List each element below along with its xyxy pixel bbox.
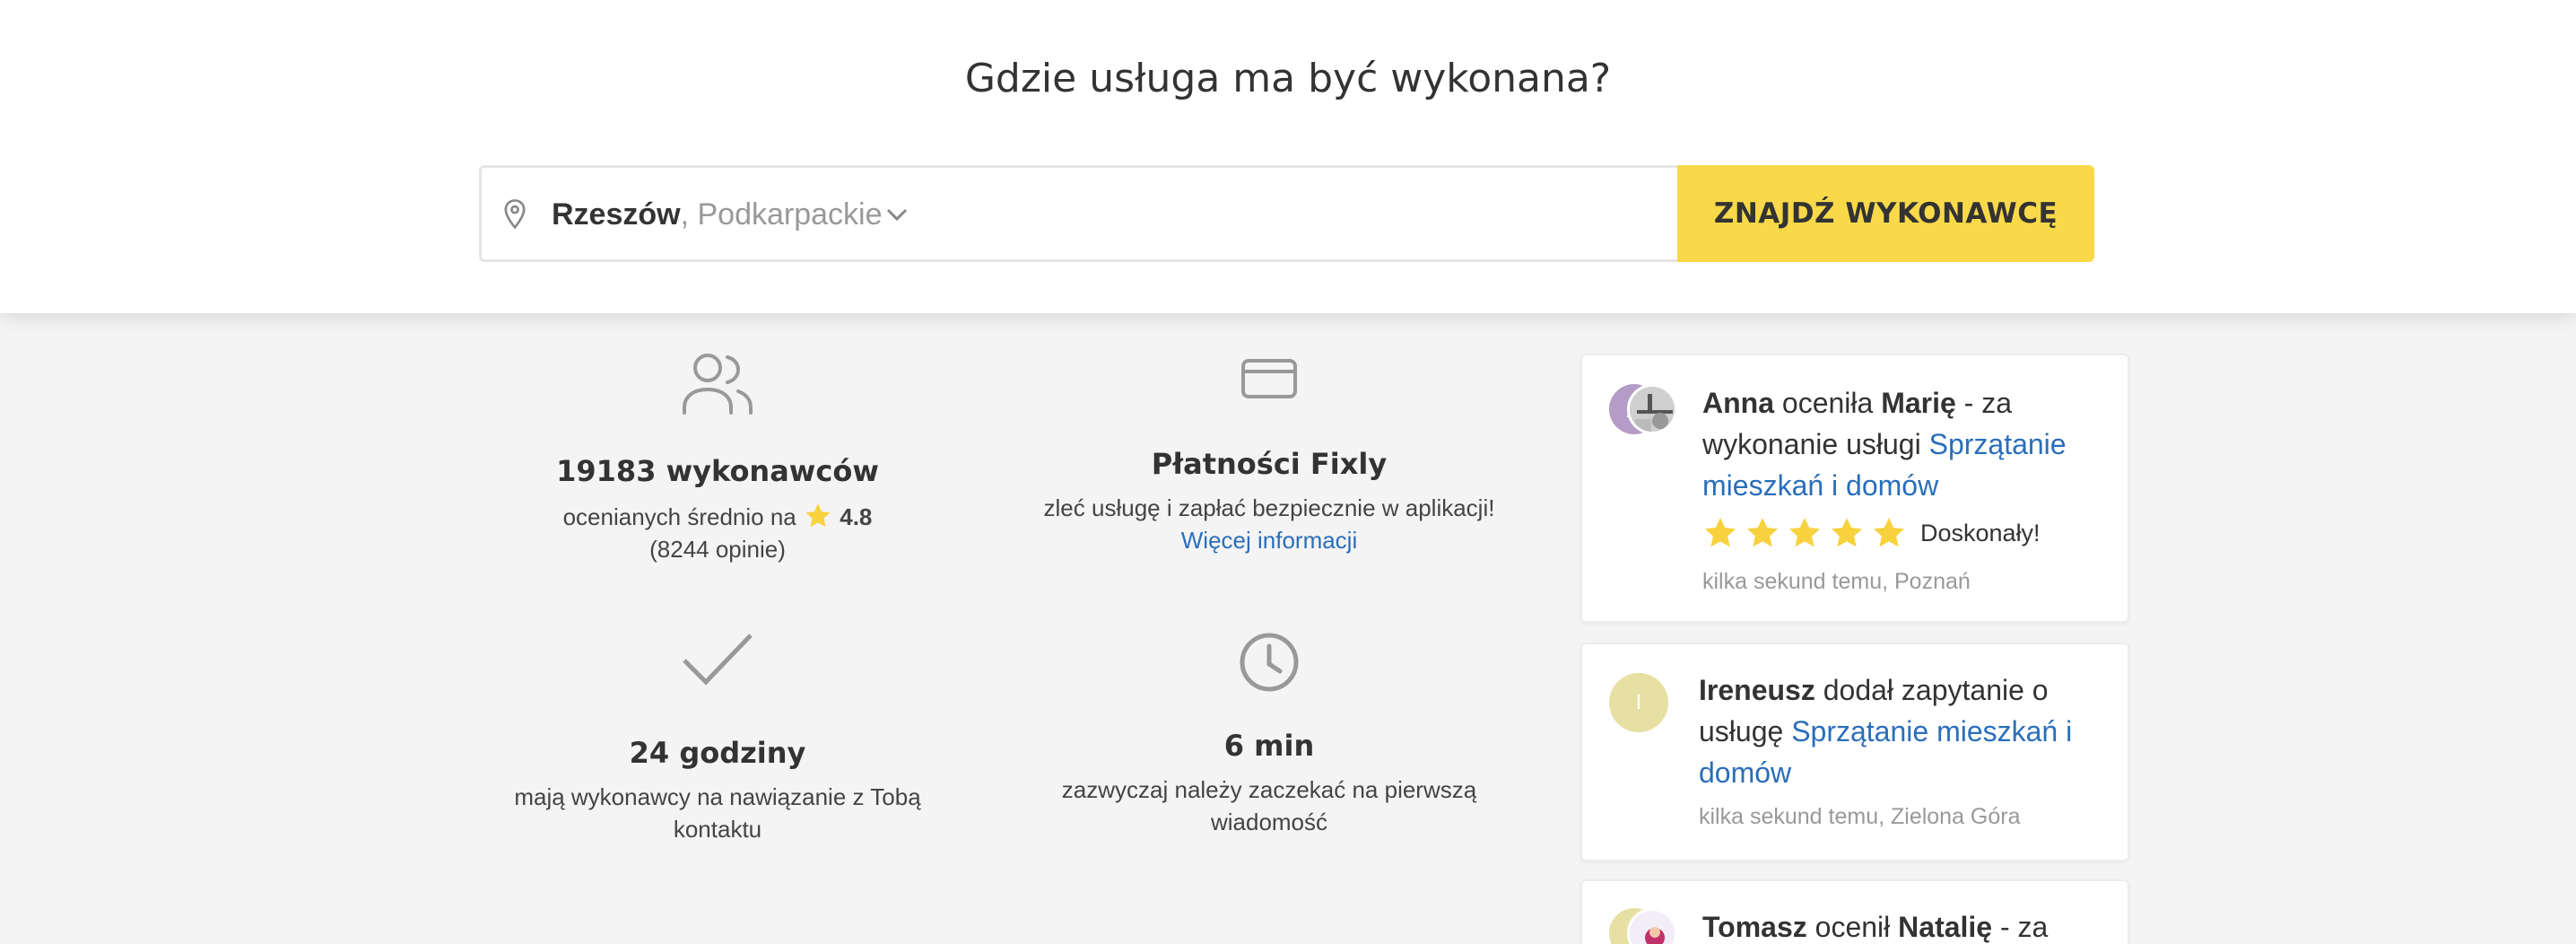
activity-meta: kilka sekund temu, Zielona Góra xyxy=(1699,804,2021,829)
action-text: oceniła xyxy=(1774,387,1882,419)
rating-prefix: ocenianych średnio na xyxy=(562,503,796,530)
action-text: ocenił xyxy=(1806,911,1899,943)
reviewed-name[interactable]: Natalię xyxy=(1898,911,1992,943)
location-search-panel: Gdzie usługa ma być wykonana? Rzeszów, P… xyxy=(0,0,2576,313)
contractor-photo-icon xyxy=(1630,387,1675,432)
first-message-line2: wiadomość xyxy=(1210,809,1328,835)
region-name: , Podkarpackie xyxy=(680,197,883,232)
contractors-count: 19183 wykonawców xyxy=(556,454,879,488)
credit-card-icon xyxy=(1241,359,1297,398)
first-message-title: 6 min xyxy=(1223,729,1315,763)
service-link-cont[interactable]: domów xyxy=(1699,756,1791,789)
user-avatar: I xyxy=(1609,673,1668,732)
action-line2: wykonanie usługi xyxy=(1702,428,1929,460)
rating-stars: Doskonały! xyxy=(1702,515,2041,551)
find-contractor-button[interactable]: ZNAJDŹ WYKONAWCĘ xyxy=(1677,165,2094,262)
average-rating: 4.8 xyxy=(840,503,873,530)
chevron-down-icon[interactable] xyxy=(883,205,910,223)
reviewer-name[interactable]: Anna xyxy=(1702,387,1774,419)
stat-contractors: 19183 wykonawców ocenianych średnio na 4… xyxy=(493,350,942,565)
response-time-title: 24 godziny xyxy=(629,736,806,770)
star-icon xyxy=(1832,518,1862,547)
activity-text: Ireneusz dodał zapytanie o usługę Sprząt… xyxy=(1699,669,2111,793)
rating-label: Doskonały! xyxy=(1920,519,2041,546)
reviewed-name[interactable]: Marię xyxy=(1881,387,1956,419)
star-icon xyxy=(1789,518,1820,547)
first-message-line1: zazwyczaj należy zaczekać na pierwszą xyxy=(1061,776,1477,803)
activity-card: Tomasz ocenił Natalię - za xyxy=(1580,879,2129,944)
page-title: Gdzie usługa ma być wykonana? xyxy=(964,56,1612,101)
payments-title: Płatności Fixly xyxy=(1151,447,1388,481)
action-suffix: - za xyxy=(1992,911,2049,943)
activity-text: Anna oceniła Marię - za wykonanie usługi… xyxy=(1702,382,2115,506)
more-info-link[interactable]: Więcej informacji xyxy=(1023,524,1516,556)
contractors-rating-line: ocenianych średnio na 4.8 xyxy=(493,501,942,533)
star-icon xyxy=(805,503,831,528)
activity-text: Tomasz ocenił Natalię - za xyxy=(1702,906,2115,944)
selected-location: Rzeszów, Podkarpackie xyxy=(552,197,883,232)
activity-meta: kilka sekund temu, Poznań xyxy=(1702,569,1971,594)
city-name: Rzeszów xyxy=(552,197,681,232)
clock-icon xyxy=(1240,633,1299,692)
action-line2: usługę xyxy=(1699,715,1792,747)
stat-first-message: 6 min zazwyczaj należy zaczekać na pierw… xyxy=(1023,628,1516,838)
response-time-line1: mają wykonawcy na nawiązanie z Tobą xyxy=(514,783,921,810)
requester-name[interactable]: Ireneusz xyxy=(1699,674,1815,706)
users-icon xyxy=(683,354,753,415)
stat-payments: Płatności Fixly zleć usługę i zapłać bez… xyxy=(1023,350,1516,556)
contractor-avatar xyxy=(1627,384,1677,434)
service-link-cont[interactable]: mieszkań i domów xyxy=(1702,469,1938,502)
location-select[interactable]: Rzeszów, Podkarpackie xyxy=(479,165,1681,262)
reviewer-name[interactable]: Tomasz xyxy=(1702,911,1807,943)
star-icon xyxy=(1747,518,1778,547)
reviews-count: (8244 opinie) xyxy=(649,536,786,563)
stat-response-time: 24 godziny mają wykonawcy na nawiązanie … xyxy=(493,628,942,845)
service-link[interactable]: Sprzątanie xyxy=(1929,428,2067,460)
star-icon xyxy=(1874,518,1904,547)
service-link[interactable]: Sprzątanie mieszkań i xyxy=(1791,715,2072,747)
response-time-line2: kontaktu xyxy=(673,816,762,843)
payments-description: zleć usługę i zapłać bezpiecznie w aplik… xyxy=(1043,494,1495,521)
activity-card: I Ireneusz dodał zapytanie o usługę Sprz… xyxy=(1580,642,2129,861)
star-icon xyxy=(1705,518,1736,547)
activity-card: A Anna oceniła Marię - za wykonanie usłu… xyxy=(1580,354,2129,623)
action-suffix: - za xyxy=(1955,387,2013,419)
avatar-letter: I xyxy=(1635,690,1642,714)
checkmark-icon xyxy=(683,634,753,686)
contractor-photo-icon xyxy=(1630,911,1675,944)
location-pin-icon xyxy=(504,199,526,230)
action-text: dodał zapytanie o xyxy=(1815,674,2049,706)
